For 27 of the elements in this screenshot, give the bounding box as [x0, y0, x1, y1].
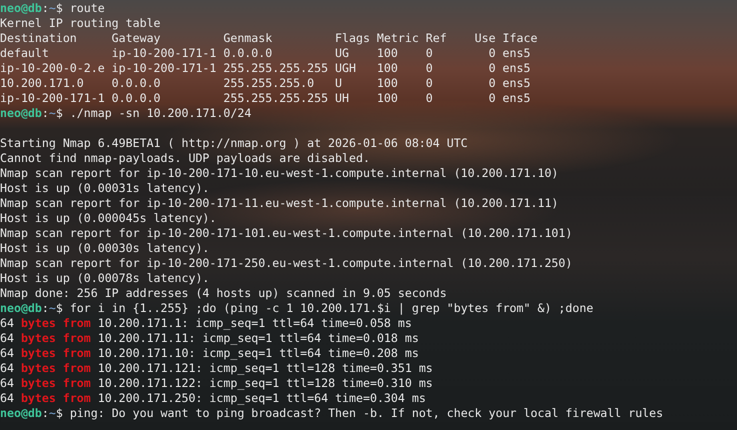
- terminal-output-line: Nmap scan report for ip-10-200-171-250.eu-west-1.compute.internal (10.200.171.250): [0, 256, 574, 271]
- terminal-output-line: 64 bytes from 10.200.171.250: icmp_seq=1 ttl=64 time=0.304 ms: [0, 391, 427, 406]
- terminal-output-line: 64 bytes from 10.200.171.122: icmp_seq=1 ttl=128 time=0.310 ms: [0, 376, 434, 391]
- terminal-output-line: Host is up (0.00078s latency).: [0, 271, 210, 286]
- terminal-output-line: Host is up (0.00030s latency).: [0, 241, 210, 256]
- terminal-output-line: Starting Nmap 6.49BETA1 ( http://nmap.org ) at 2026-01-06 08:04 UTC: [0, 136, 469, 151]
- terminal-output-line: Host is up (0.00031s latency).: [0, 181, 210, 196]
- terminal-output-line: Cannot find nmap-payloads. UDP payloads are disabled.: [0, 151, 371, 166]
- terminal-output-line: 64 bytes from 10.200.171.10: icmp_seq=1 ttl=64 time=0.208 ms: [0, 346, 420, 361]
- terminal-output-line: ip-10-200-0-2.e ip-10-200-171-1 255.255.255.255 UGH 100 0 0 ens5: [0, 61, 532, 76]
- terminal-output-line: Kernel IP routing table: [0, 16, 162, 31]
- terminal-prompt-line: neo@db:~$ ./nmap -sn 10.200.171.0/24: [0, 106, 252, 121]
- terminal-output-line: Nmap scan report for ip-10-200-171-10.eu-west-1.compute.internal (10.200.171.10): [0, 166, 560, 181]
- terminal-prompt-line: neo@db:~$ for i in {1..255} ;do (ping -c 1 10.200.171.$i | grep "bytes from" &) ;done: [0, 301, 594, 316]
- terminal-output-line: default ip-10-200-171-1 0.0.0.0 UG 100 0 0 ens5: [0, 46, 532, 61]
- terminal-output-line: ip-10-200-171-1 0.0.0.0 255.255.255.255 UH 100 0 0 ens5: [0, 91, 532, 106]
- terminal-output-line: 64 bytes from 10.200.171.121: icmp_seq=1 ttl=128 time=0.351 ms: [0, 361, 434, 376]
- terminal-output-line: 10.200.171.0 0.0.0.0 255.255.255.0 U 100 0 0 ens5: [0, 76, 532, 91]
- terminal-output-line: Destination Gateway Genmask Flags Metric Ref Use Iface: [0, 31, 538, 46]
- terminal-output-line: Nmap scan report for ip-10-200-171-101.eu-west-1.compute.internal (10.200.171.101): [0, 226, 574, 241]
- terminal-output-line: Nmap scan report for ip-10-200-171-11.eu-west-1.compute.internal (10.200.171.11): [0, 196, 560, 211]
- terminal-prompt-line: neo@db:~$ ping: Do you want to ping broadcast? Then -b. If not, check your local firewall rules: [0, 406, 664, 421]
- terminal-output-line: Nmap done: 256 IP addresses (4 hosts up) scanned in 9.05 seconds: [0, 286, 448, 301]
- terminal-output-line: 64 bytes from 10.200.171.1: icmp_seq=1 ttl=64 time=0.058 ms: [0, 316, 413, 331]
- terminal-prompt-line: neo@db:~$ route: [0, 1, 106, 16]
- terminal-output-line: 64 bytes from 10.200.171.11: icmp_seq=1 ttl=64 time=0.018 ms: [0, 331, 420, 346]
- terminal-output-line: Host is up (0.000045s latency).: [0, 211, 218, 226]
